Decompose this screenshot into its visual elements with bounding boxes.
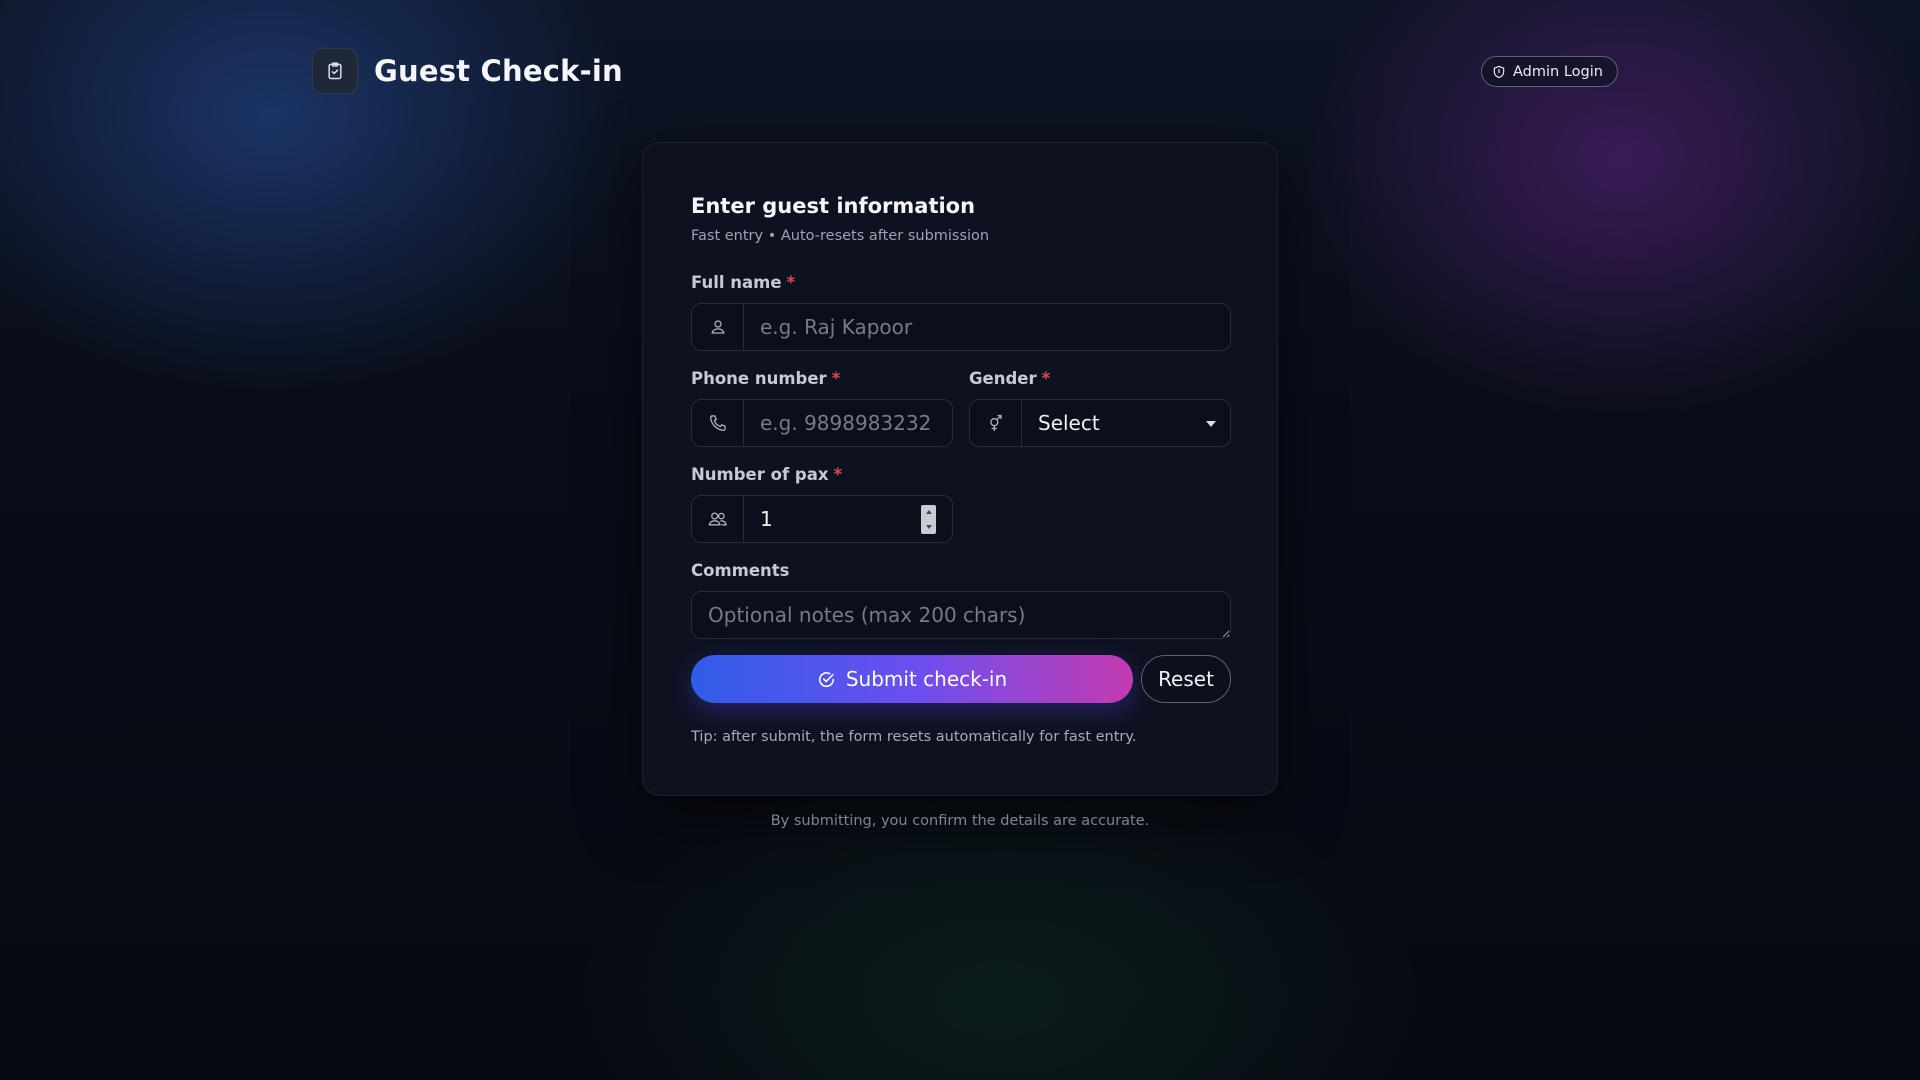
pax-value: 1 — [760, 507, 773, 531]
submit-label: Submit check-in — [845, 667, 1008, 691]
page-title: Guest Check-in — [374, 54, 623, 88]
clipboard-check-icon — [312, 48, 358, 94]
required-mark: * — [831, 369, 841, 388]
form-tip: Tip: after submit, the form resets autom… — [691, 729, 1137, 745]
users-icon — [692, 496, 744, 542]
admin-login-button[interactable]: Admin Login — [1481, 56, 1618, 87]
pax-field: 1 — [691, 495, 953, 543]
phone-input[interactable] — [744, 400, 952, 446]
brand: Guest Check-in — [312, 48, 623, 94]
full-name-field — [691, 303, 1231, 351]
phone-icon — [692, 400, 744, 446]
pax-stepper[interactable] — [921, 505, 936, 534]
required-mark: * — [786, 273, 796, 292]
gender-icon — [970, 400, 1022, 446]
pax-input[interactable]: 1 — [744, 496, 952, 542]
required-mark: * — [833, 465, 843, 484]
comments-textarea[interactable] — [691, 591, 1231, 639]
form-title: Enter guest information — [691, 194, 976, 218]
chevron-down-icon — [1206, 421, 1216, 427]
gender-field: Select — [969, 399, 1231, 447]
gender-select[interactable]: Select — [1022, 400, 1230, 446]
gender-selected-value: Select — [1038, 411, 1100, 435]
full-name-label: Full name * — [691, 273, 796, 292]
required-mark: * — [1041, 369, 1051, 388]
stepper-down-icon[interactable] — [925, 524, 932, 529]
shield-icon — [1492, 65, 1506, 79]
form-subtitle: Fast entry • Auto-resets after submissio… — [691, 228, 990, 244]
check-circle-icon — [817, 670, 836, 689]
full-name-input[interactable] — [744, 304, 1230, 350]
phone-field — [691, 399, 953, 447]
pax-label: Number of pax * — [691, 465, 843, 484]
phone-label: Phone number * — [691, 369, 841, 388]
reset-button[interactable]: Reset — [1141, 655, 1231, 703]
comments-label: Comments — [691, 561, 790, 580]
admin-login-label: Admin Login — [1513, 63, 1603, 80]
footer-note: By submitting, you confirm the details a… — [770, 813, 1150, 829]
user-icon — [692, 304, 744, 350]
submit-checkin-button[interactable]: Submit check-in — [691, 655, 1133, 703]
checkin-card: Enter guest information Fast entry • Aut… — [642, 142, 1278, 796]
gender-label: Gender * — [969, 369, 1051, 388]
stepper-up-icon[interactable] — [925, 510, 932, 515]
